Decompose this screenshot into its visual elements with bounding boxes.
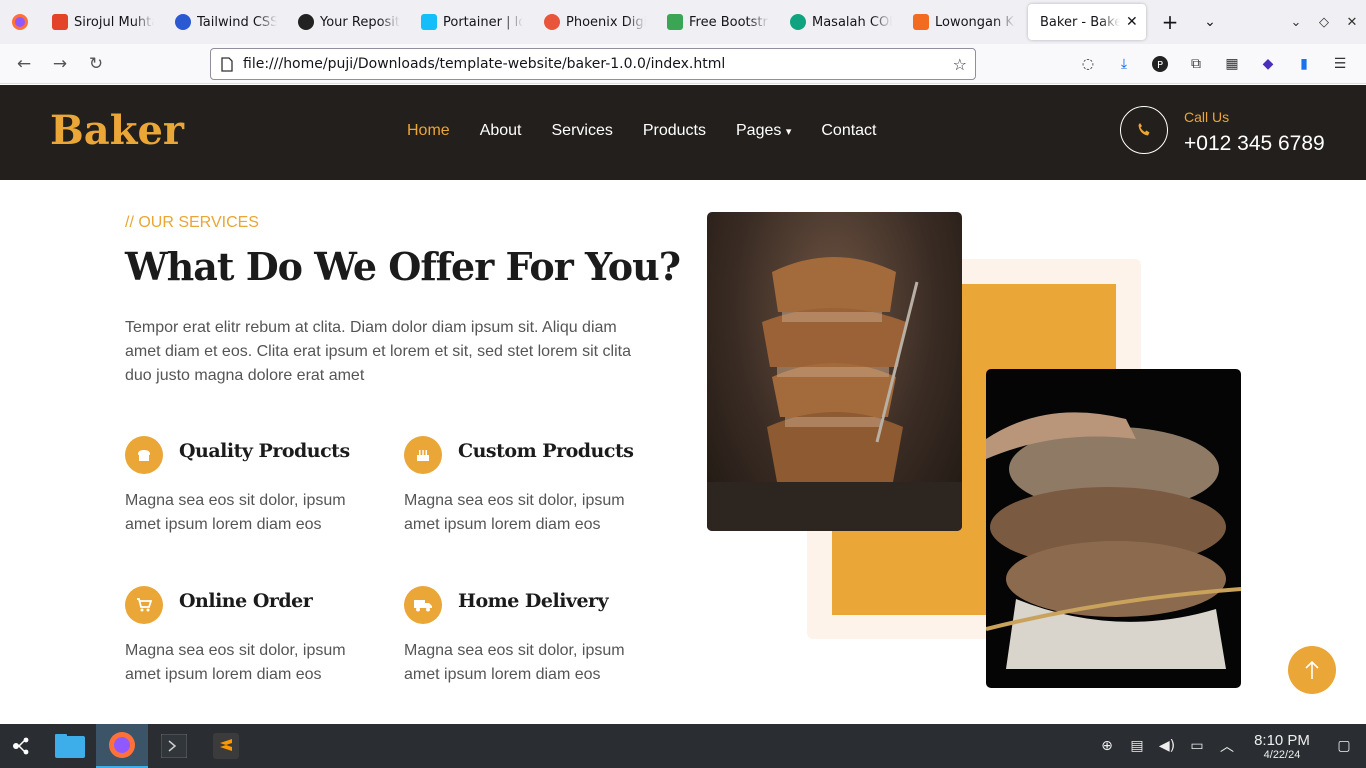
main-menu: Home About Services Products Pages ▾ Con… <box>392 122 892 140</box>
bookmark-star-icon[interactable]: ☆ <box>953 55 967 74</box>
nav-pages[interactable]: Pages ▾ <box>721 122 806 140</box>
chevron-down-icon: ▾ <box>785 126 792 138</box>
menu-icon[interactable]: ☰ <box>1322 46 1358 82</box>
nav-about[interactable]: About <box>465 122 537 140</box>
browser-tab[interactable]: Sirojul Muhtaj <box>40 0 163 44</box>
section-heading: What Do We Offer For You? <box>125 244 681 289</box>
browser-tab[interactable]: Free Bootstrap <box>655 0 778 44</box>
back-to-top-button[interactable] <box>1288 646 1336 694</box>
site-header: Baker Home About Services Products Pages… <box>0 85 1366 180</box>
gitlab-icon <box>52 14 68 30</box>
browser-tab[interactable]: Tailwind CSS <box>163 0 286 44</box>
arrow-up-icon <box>1305 660 1319 679</box>
firefox-taskbar-icon[interactable] <box>96 724 148 768</box>
network-icon[interactable]: ▭ <box>1182 738 1212 754</box>
phone-number[interactable]: +012 345 6789 <box>1184 132 1325 156</box>
nav-home[interactable]: Home <box>392 122 465 140</box>
bread-image <box>986 369 1241 688</box>
taskbar: ⊕ ▤ ◀) ▭ ︿ 8:10 PM 4/22/24 ▢ <box>0 724 1366 768</box>
minimize-icon[interactable]: ⌄ <box>1282 15 1310 30</box>
bread-icon <box>125 436 163 474</box>
sublime-text-icon[interactable] <box>200 724 252 768</box>
section-eyebrow: // OUR SERVICES <box>125 214 259 231</box>
new-tab-button[interactable]: + <box>1150 10 1190 34</box>
chatgpt-icon <box>790 14 806 30</box>
app-launcher-icon[interactable] <box>0 724 44 768</box>
nav-services[interactable]: Services <box>537 122 628 140</box>
browser-tab[interactable]: Lowongan Kerja <box>901 0 1024 44</box>
github-icon <box>298 14 314 30</box>
browser-tab-active[interactable]: Baker - Bakery✕ <box>1028 4 1146 40</box>
clock[interactable]: 8:10 PM 4/22/24 <box>1242 732 1322 761</box>
nav-contact[interactable]: Contact <box>806 122 891 140</box>
back-icon[interactable]: ← <box>6 46 42 82</box>
cake-icon <box>404 436 442 474</box>
site-logo[interactable]: Baker <box>50 107 184 154</box>
close-window-icon[interactable]: ✕ <box>1338 15 1366 30</box>
file-icon <box>221 56 233 72</box>
nav-toolbar: ← → ↻ file:///home/puji/Downloads/templa… <box>0 44 1366 84</box>
truck-icon <box>404 586 442 624</box>
phoenix-icon <box>544 14 560 30</box>
job-icon <box>913 14 929 30</box>
terminal-icon[interactable] <box>148 724 200 768</box>
leaf-icon <box>667 14 683 30</box>
tailwind-icon <box>175 14 191 30</box>
update-icon[interactable]: ⊕ <box>1092 738 1122 754</box>
extension-grid-icon[interactable]: ▦ <box>1214 46 1250 82</box>
call-us-label: Call Us <box>1184 109 1230 125</box>
url-bar[interactable]: file:///home/puji/Downloads/template-web… <box>210 48 976 80</box>
tray-expand-icon[interactable]: ︿ <box>1212 736 1242 756</box>
reload-icon[interactable]: ↻ <box>78 46 114 82</box>
maximize-icon[interactable]: ◇ <box>1310 15 1338 30</box>
phone-icon <box>1120 106 1168 154</box>
portainer-icon <box>421 14 437 30</box>
extensions-icon[interactable]: ⧉ <box>1178 46 1214 82</box>
extension-doc-icon[interactable]: ▮ <box>1286 46 1322 82</box>
tab-strip: Sirojul Muhtaj Tailwind CSS Your Reposit… <box>0 0 1366 44</box>
clipboard-icon[interactable]: ▤ <box>1122 738 1152 754</box>
svg-text:P: P <box>1157 60 1163 71</box>
browser-tab[interactable]: Your Repositories <box>286 0 409 44</box>
extension-p-icon[interactable]: P <box>1142 46 1178 82</box>
muffins-image <box>707 212 962 531</box>
browser-tab[interactable]: Masalah CORS <box>778 0 901 44</box>
show-desktop-icon[interactable]: ▢ <box>1322 738 1366 754</box>
cart-icon <box>125 586 163 624</box>
browser-tab[interactable]: Phoenix Digital <box>532 0 655 44</box>
forward-icon[interactable]: → <box>42 46 78 82</box>
section-lead: Tempor erat elitr rebum at clita. Diam d… <box>125 319 631 384</box>
pocket-icon[interactable]: ◌ <box>1070 46 1106 82</box>
list-tabs-button[interactable]: ⌄ <box>1190 14 1230 30</box>
nav-products[interactable]: Products <box>628 122 721 140</box>
downloads-icon[interactable]: ⤓ <box>1106 46 1142 82</box>
browser-tab[interactable]: Portainer | local <box>409 0 532 44</box>
volume-icon[interactable]: ◀) <box>1152 738 1182 754</box>
close-tab-icon[interactable]: ✕ <box>1126 14 1138 30</box>
file-manager-icon[interactable] <box>44 724 96 768</box>
firefox-view-icon[interactable] <box>0 0 40 44</box>
extension-diamond-icon[interactable]: ◆ <box>1250 46 1286 82</box>
